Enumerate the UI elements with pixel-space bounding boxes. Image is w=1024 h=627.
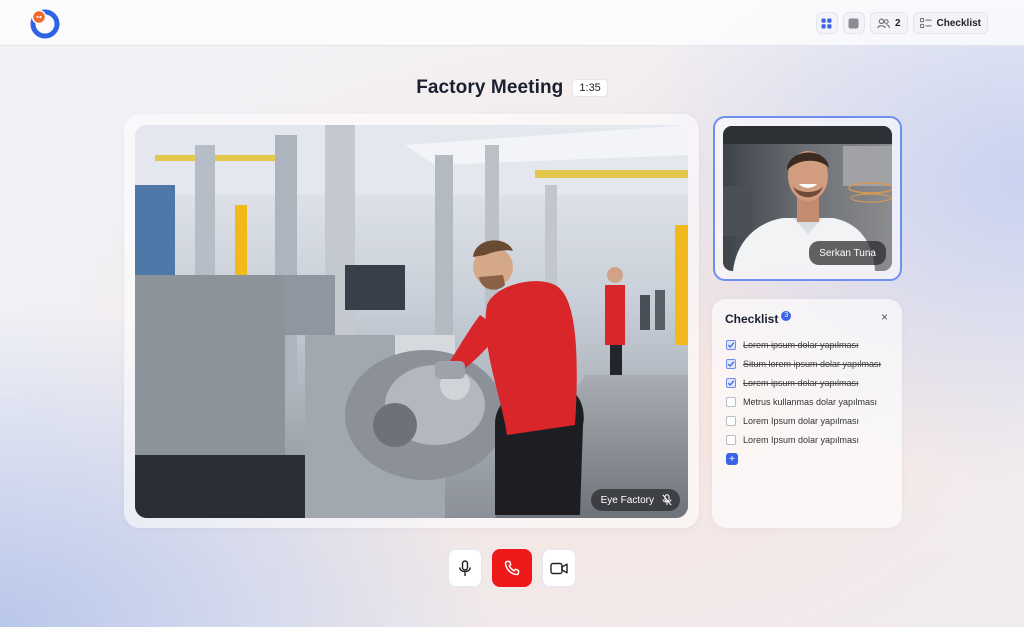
- participants-button[interactable]: 2: [869, 12, 908, 34]
- checklist-item-label: Lorem ipsum dolar yapılması: [743, 377, 859, 388]
- mic-muted-icon: [662, 494, 672, 506]
- meeting-header: Factory Meeting 1:35: [0, 77, 1024, 99]
- checklist-item[interactable]: Lorem Ipsum dolar yapılması: [726, 411, 896, 430]
- checklist-count-badge: 3: [781, 310, 792, 321]
- video-camera-icon: [550, 562, 568, 574]
- checkbox-unchecked[interactable]: [726, 415, 736, 426]
- checklist-item-label: Lorem ipsum dolar yapılması: [743, 339, 859, 350]
- checklist-items: Lorem ipsum dolar yapılması Situm lorem …: [726, 335, 896, 465]
- close-icon: ×: [880, 310, 888, 324]
- close-checklist-button[interactable]: ×: [881, 311, 888, 323]
- main-video-feed[interactable]: Eye Factory: [135, 125, 688, 518]
- checklist-item[interactable]: Lorem ipsum dolar yapılması: [726, 373, 896, 392]
- call-controls: [0, 549, 1024, 587]
- side-video-feed[interactable]: Serkan Tuna: [723, 126, 892, 271]
- checklist-toggle-label: Checklist: [936, 17, 981, 29]
- checklist-item[interactable]: Lorem ipsum dolar yapılması: [726, 335, 896, 354]
- check-icon: [727, 341, 735, 348]
- checklist-header: Checklist 3: [725, 310, 792, 326]
- checkbox-unchecked[interactable]: [726, 434, 736, 445]
- checklist-toggle-button[interactable]: Checklist: [912, 12, 988, 34]
- checklist-item[interactable]: Situm lorem ipsum dolar yapılması: [726, 354, 896, 373]
- check-icon: [727, 360, 735, 367]
- side-participant-name: Serkan Tuna: [819, 247, 876, 259]
- microphone-icon: [459, 559, 471, 576]
- camera-button[interactable]: [542, 549, 576, 587]
- top-bar: 2 Checklist: [0, 0, 1024, 46]
- checklist-item-label: Metrus kullanmas dolar yapılması: [743, 396, 878, 407]
- checkbox-checked[interactable]: [726, 339, 736, 350]
- microphone-button[interactable]: [448, 549, 482, 587]
- checkbox-unchecked[interactable]: [726, 396, 736, 407]
- meeting-timer: 1:35: [572, 79, 608, 97]
- phone-icon: [504, 560, 520, 576]
- side-video-tile: Serkan Tuna: [713, 116, 902, 281]
- checklist-item-label: Lorem Ipsum dolar yapılması: [743, 434, 860, 445]
- app-logo: [30, 9, 60, 39]
- meeting-title: Factory Meeting: [416, 77, 564, 98]
- checklist-item-label: Lorem Ipsum dolar yapılması: [743, 415, 860, 426]
- checklist-panel: Checklist 3 × Lorem ipsum dolar yapılmas…: [712, 299, 902, 528]
- checklist-title: Checklist: [725, 312, 779, 326]
- main-participant-chip: Eye Factory: [590, 489, 680, 511]
- end-call-button[interactable]: [492, 549, 532, 587]
- checkbox-checked[interactable]: [726, 358, 736, 369]
- plus-icon: +: [729, 453, 735, 465]
- grid-view-button[interactable]: [815, 12, 838, 34]
- add-checklist-item-button[interactable]: +: [726, 453, 738, 465]
- checklist-item[interactable]: Metrus kullanmas dolar yapılması: [726, 392, 896, 411]
- checkbox-checked[interactable]: [726, 377, 736, 388]
- checklist-item-label: Situm lorem ipsum dolar yapılması: [743, 358, 882, 369]
- side-participant-chip: Serkan Tuna: [809, 241, 886, 265]
- checklist-item[interactable]: Lorem Ipsum dolar yapılması: [726, 430, 896, 449]
- speaker-view-button[interactable]: [842, 12, 865, 34]
- checklist-icon: [919, 17, 932, 28]
- check-icon: [727, 379, 735, 386]
- users-icon: [877, 18, 890, 28]
- main-participant-name: Eye Factory: [600, 494, 654, 506]
- factory-video-image: [135, 125, 688, 518]
- main-video-tile: Eye Factory: [124, 114, 699, 528]
- participants-count: 2: [894, 17, 901, 29]
- square-icon: [848, 18, 859, 28]
- grid-icon: [821, 18, 832, 28]
